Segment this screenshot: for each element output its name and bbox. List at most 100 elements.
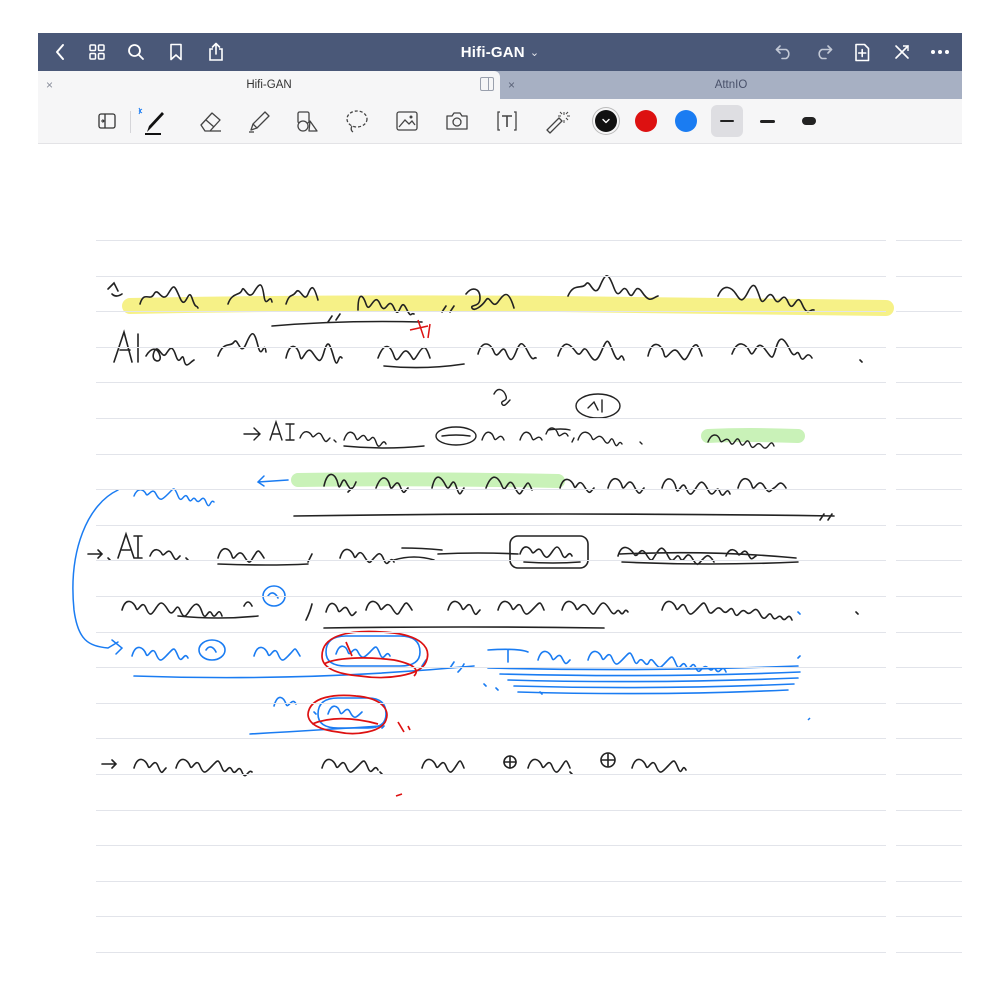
close-tools-button[interactable] (888, 33, 916, 71)
undo-icon (775, 45, 790, 60)
ruled-line-margin (896, 596, 962, 597)
color-swatch-blue[interactable] (675, 110, 697, 132)
search-icon (128, 44, 144, 60)
ruled-line-margin (896, 916, 962, 917)
lasso-tool[interactable] (340, 103, 374, 139)
ruled-line (96, 916, 886, 917)
top-nav-bar: Hifi-GAN ⌄ (38, 33, 962, 71)
stroke-thin[interactable] (711, 105, 743, 137)
ink-red-dot (395, 793, 403, 797)
document-title-text: Hifi-GAN (460, 43, 525, 61)
ruled-line (96, 596, 886, 597)
ruled-line (96, 774, 886, 775)
more-button[interactable] (926, 33, 954, 71)
tab-label: Hifi-GAN (246, 79, 292, 91)
image-icon (396, 111, 418, 131)
ruled-line-margin (896, 667, 962, 668)
shapes-tool[interactable] (290, 103, 324, 139)
tab-attnio[interactable]: × AttnIO (500, 71, 962, 99)
highlighter-tool[interactable] (242, 103, 276, 139)
stroke-thin-sample (720, 120, 734, 122)
ink-line-5 (87, 531, 799, 569)
tab-hifi-gan[interactable]: × Hifi-GAN (38, 71, 500, 99)
ink-line-6 (121, 585, 859, 629)
ruled-line-margin (896, 311, 962, 312)
ruled-line (96, 738, 886, 739)
ruled-line (96, 845, 886, 846)
ruled-line-margin (896, 240, 962, 241)
collapse-icon (895, 45, 909, 59)
ruled-line-margin (896, 454, 962, 455)
chevron-left-icon (56, 44, 64, 60)
note-page-canvas[interactable] (38, 144, 962, 990)
ruled-line-margin (896, 738, 962, 739)
grid-view-button[interactable] (83, 33, 111, 71)
ruled-line-margin (896, 525, 962, 526)
undo-button[interactable] (770, 33, 798, 71)
ruled-line (96, 276, 886, 277)
ruled-line-margin (896, 952, 962, 953)
ruled-line-margin (896, 845, 962, 846)
camera-icon (446, 112, 468, 130)
shapes-icon (297, 111, 318, 132)
ruled-line (96, 347, 886, 348)
pen-tool[interactable] (134, 103, 168, 139)
image-tool[interactable] (390, 103, 424, 139)
ruled-line (96, 382, 886, 383)
ruled-line-margin (896, 881, 962, 882)
tab-label: AttnIO (714, 79, 748, 91)
highlight-yellow (122, 295, 894, 316)
bookmark-icon (170, 43, 182, 61)
grid-icon (89, 44, 105, 60)
bookmark-button[interactable] (162, 33, 190, 71)
text-tool[interactable] (490, 103, 524, 139)
ruled-line (96, 525, 886, 526)
tab-strip: × Hifi-GAN × AttnIO (38, 71, 962, 99)
ruled-line (96, 667, 886, 668)
stroke-medium[interactable] (751, 105, 783, 137)
color-swatch-black[interactable] (595, 110, 617, 132)
lasso-icon (346, 110, 368, 133)
ruled-line-margin (896, 489, 962, 490)
ruled-line-margin (896, 703, 962, 704)
ruled-line (96, 489, 886, 490)
laser-pointer-tool[interactable] (540, 103, 574, 139)
notes-app-window: Hifi-GAN ⌄ × Hifi-GAN × AttnIO (38, 33, 962, 990)
page-layout-icon (98, 113, 116, 129)
stroke-medium-sample (759, 119, 775, 123)
ruled-line (96, 560, 886, 561)
pen-icon (138, 107, 164, 135)
color-swatch-red[interactable] (635, 110, 657, 132)
ruled-line-margin (896, 276, 962, 277)
more-icon (931, 50, 949, 54)
ink-red-dot-2 (807, 717, 811, 721)
ruled-line (96, 703, 886, 704)
camera-tool[interactable] (440, 103, 474, 139)
highlighter-icon (249, 111, 270, 133)
ruled-line-margin (896, 347, 962, 348)
redo-icon (818, 45, 833, 60)
eraser-tool[interactable] (194, 103, 228, 139)
ruled-line-margin (896, 632, 962, 633)
ruled-line (96, 311, 886, 312)
redo-button[interactable] (810, 33, 838, 71)
share-button[interactable] (202, 33, 230, 71)
toolbar-divider (130, 111, 131, 133)
ruled-line (96, 810, 886, 811)
add-page-button[interactable] (848, 33, 876, 71)
ruled-line (96, 454, 886, 455)
close-icon[interactable]: × (508, 78, 515, 92)
ruled-line (96, 952, 886, 953)
ruled-line-margin (896, 810, 962, 811)
stroke-thick[interactable] (793, 105, 825, 137)
ruled-line (96, 881, 886, 882)
handwriting-ink-layer (72, 274, 894, 797)
page-layout-tool[interactable] (90, 103, 124, 139)
ruled-line (96, 240, 886, 241)
close-icon[interactable]: × (46, 78, 53, 92)
split-view-icon[interactable] (480, 77, 494, 91)
ruled-line (96, 632, 886, 633)
chevron-down-icon (602, 118, 610, 124)
search-button[interactable] (122, 33, 150, 71)
back-button[interactable] (46, 33, 74, 71)
